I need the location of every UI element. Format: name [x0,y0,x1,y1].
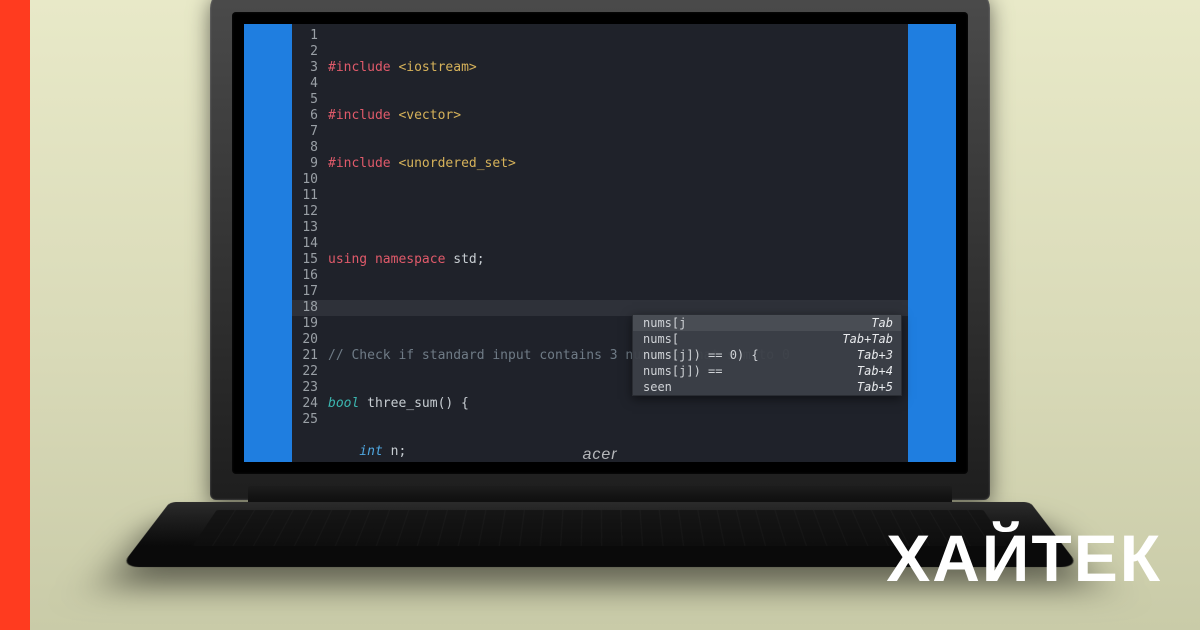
code-editor[interactable]: 1 2 3 4 5 6 7 8 9 10 11 12 13 14 [292,24,908,462]
autocomplete-key: Tab [871,315,893,331]
line-number: 17 [292,284,324,300]
line-number: 10 [292,172,324,188]
line-number: 3 [292,60,324,76]
vendor-logo: acer [582,446,617,464]
line-number: 11 [292,188,324,204]
autocomplete-label: nums[j [643,315,686,331]
autocomplete-key: Tab+4 [857,363,893,379]
line-number: 21 [292,348,324,364]
accent-stripe [0,0,30,630]
line-number-gutter: 1 2 3 4 5 6 7 8 9 10 11 12 13 14 [292,28,324,428]
line-number: 4 [292,76,324,92]
laptop: 1 2 3 4 5 6 7 8 9 10 11 12 13 14 [210,0,990,610]
code-area[interactable]: #include <iostream> #include <vector> #i… [328,28,790,462]
autocomplete-key: Tab+3 [857,347,893,363]
brand-text: ХАЙТЕК [886,520,1162,596]
line-number: 19 [292,316,324,332]
desktop-wallpaper: 1 2 3 4 5 6 7 8 9 10 11 12 13 14 [244,24,956,462]
line-number: 24 [292,396,324,412]
laptop-lid: 1 2 3 4 5 6 7 8 9 10 11 12 13 14 [210,0,990,500]
line-number: 13 [292,220,324,236]
autocomplete-item[interactable]: nums[j Tab [633,315,901,331]
line-number: 9 [292,156,324,172]
code-line: #include <iostream> [328,60,790,76]
autocomplete-item[interactable]: nums[ Tab+Tab [633,331,901,347]
code-line: bool three_sum() { [328,396,790,412]
line-number: 1 [292,28,324,44]
autocomplete-popup[interactable]: nums[j Tab nums[ Tab+Tab nums[j]) == 0) … [632,314,902,396]
line-number: 6 [292,108,324,124]
autocomplete-item[interactable]: nums[j]) == 0) { Tab+3 [633,347,901,363]
line-number: 22 [292,364,324,380]
line-number: 8 [292,140,324,156]
autocomplete-item[interactable]: seen Tab+5 [633,379,901,395]
line-number: 7 [292,124,324,140]
code-line: int n; [328,444,790,460]
line-number: 2 [292,44,324,60]
autocomplete-label: seen [643,379,672,395]
autocomplete-label: nums[ [643,331,679,347]
autocomplete-item[interactable]: nums[j]) == Tab+4 [633,363,901,379]
screen-bezel: 1 2 3 4 5 6 7 8 9 10 11 12 13 14 [232,12,968,474]
line-number: 25 [292,412,324,428]
line-number: 5 [292,92,324,108]
line-number: 16 [292,268,324,284]
line-number: 23 [292,380,324,396]
autocomplete-label: nums[j]) == 0) { [643,347,759,363]
line-number: 12 [292,204,324,220]
line-number: 18 [292,300,324,316]
autocomplete-key: Tab+5 [857,379,893,395]
code-line: #include <vector> [328,108,790,124]
code-line [328,204,790,220]
autocomplete-key: Tab+Tab [842,331,893,347]
line-number: 15 [292,252,324,268]
line-number: 20 [292,332,324,348]
autocomplete-label: nums[j]) == [643,363,722,379]
line-number: 14 [292,236,324,252]
code-line: using namespace std; [328,252,790,268]
code-line: #include <unordered_set> [328,156,790,172]
